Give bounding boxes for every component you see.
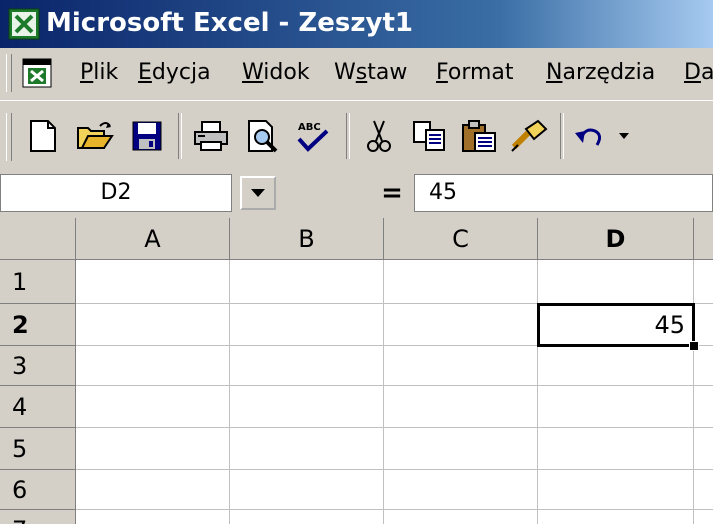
- column-header-c[interactable]: C: [384, 218, 538, 260]
- undo-dropdown-icon: [619, 133, 629, 139]
- cell-partial-column[interactable]: [694, 470, 713, 510]
- cell-c7[interactable]: [384, 510, 538, 524]
- menu-dane[interactable]: Dane: [684, 48, 713, 98]
- cell-b4[interactable]: [230, 386, 384, 428]
- row-header-3[interactable]: 3: [0, 346, 76, 386]
- cell-b5[interactable]: [230, 428, 384, 470]
- cell-a4[interactable]: [76, 386, 230, 428]
- workbook-control-icon[interactable]: [20, 56, 54, 90]
- row-header-2[interactable]: 2: [0, 304, 76, 346]
- toolbar-grip[interactable]: [6, 113, 12, 161]
- undo-icon[interactable]: [568, 113, 638, 159]
- row-header-5[interactable]: 5: [0, 428, 76, 470]
- fill-handle[interactable]: [689, 341, 699, 351]
- print-icon[interactable]: [188, 113, 234, 159]
- print-preview-icon[interactable]: [240, 113, 286, 159]
- standard-toolbar: ABC: [0, 100, 713, 172]
- cell-c1[interactable]: [384, 260, 538, 304]
- name-box[interactable]: D2: [0, 174, 232, 212]
- cell-partial-column[interactable]: [694, 386, 713, 428]
- cell-c6[interactable]: [384, 470, 538, 510]
- cell-partial-column[interactable]: [694, 428, 713, 470]
- cell-b7[interactable]: [230, 510, 384, 524]
- menu-format[interactable]: Format: [436, 48, 514, 98]
- cell-a6[interactable]: [76, 470, 230, 510]
- column-header-a[interactable]: A: [76, 218, 230, 260]
- cell-a2[interactable]: [76, 304, 230, 346]
- copy-icon[interactable]: [406, 113, 452, 159]
- excel-app-icon[interactable]: [8, 8, 40, 40]
- cell-d4[interactable]: [538, 386, 694, 428]
- cell-d7[interactable]: [538, 510, 694, 524]
- toolbar-separator: [560, 113, 564, 159]
- row-header-4[interactable]: 4: [0, 386, 76, 428]
- open-icon[interactable]: [72, 113, 118, 159]
- cell-b1[interactable]: [230, 260, 384, 304]
- chevron-down-icon: [251, 189, 265, 197]
- cell-c5[interactable]: [384, 428, 538, 470]
- cell-a7[interactable]: [76, 510, 230, 524]
- format-painter-icon[interactable]: [506, 113, 552, 159]
- window-title: Microsoft Excel - Zeszyt1: [46, 8, 413, 38]
- menu-widok[interactable]: Widok: [242, 48, 310, 98]
- menu-wstaw[interactable]: Wstaw: [334, 48, 407, 98]
- row-header-7[interactable]: 7: [0, 510, 76, 524]
- worksheet-grid[interactable]: ABCD124534567: [0, 218, 713, 524]
- paste-icon[interactable]: [456, 113, 502, 159]
- row-header-6[interactable]: 6: [0, 470, 76, 510]
- menubar-grip[interactable]: [6, 54, 12, 92]
- column-header-d[interactable]: D: [538, 218, 694, 260]
- new-icon[interactable]: [20, 113, 66, 159]
- row-header-1[interactable]: 1: [0, 260, 76, 304]
- name-box-dropdown-button[interactable]: [240, 176, 276, 210]
- cell-d6[interactable]: [538, 470, 694, 510]
- cell-c3[interactable]: [384, 346, 538, 386]
- formula-bar: D2 = 45: [0, 172, 713, 216]
- formula-input[interactable]: 45: [414, 174, 713, 212]
- edit-formula-button[interactable]: =: [372, 176, 412, 210]
- column-header-b[interactable]: B: [230, 218, 384, 260]
- cell-partial-column[interactable]: [694, 304, 713, 346]
- menu-plik[interactable]: Plik: [80, 48, 118, 98]
- spelling-icon[interactable]: ABC: [290, 113, 336, 159]
- title-bar[interactable]: Microsoft Excel - Zeszyt1: [0, 0, 713, 48]
- menu-edycja[interactable]: Edycja: [138, 48, 211, 98]
- active-cell-border: [537, 303, 695, 347]
- cell-partial-column[interactable]: [694, 260, 713, 304]
- select-all-corner[interactable]: [0, 218, 76, 260]
- cell-b3[interactable]: [230, 346, 384, 386]
- save-icon[interactable]: [124, 113, 170, 159]
- cell-partial-column[interactable]: [694, 510, 713, 524]
- cell-a1[interactable]: [76, 260, 230, 304]
- toolbar-separator: [346, 113, 350, 159]
- cell-d5[interactable]: [538, 428, 694, 470]
- cell-d1[interactable]: [538, 260, 694, 304]
- column-header-partial[interactable]: [694, 218, 713, 260]
- menu-narzędzia[interactable]: Narzędzia: [546, 48, 655, 98]
- cell-c2[interactable]: [384, 304, 538, 346]
- cell-d3[interactable]: [538, 346, 694, 386]
- toolbar-separator: [178, 113, 182, 159]
- svg-text:ABC: ABC: [298, 122, 321, 133]
- cell-a5[interactable]: [76, 428, 230, 470]
- menu-bar: Plik Edycja Widok Wstaw Format Narzędzia Dane: [0, 48, 713, 98]
- cell-b6[interactable]: [230, 470, 384, 510]
- cut-icon[interactable]: [356, 113, 402, 159]
- cell-b2[interactable]: [230, 304, 384, 346]
- cell-c4[interactable]: [384, 386, 538, 428]
- cell-a3[interactable]: [76, 346, 230, 386]
- cell-partial-column[interactable]: [694, 346, 713, 386]
